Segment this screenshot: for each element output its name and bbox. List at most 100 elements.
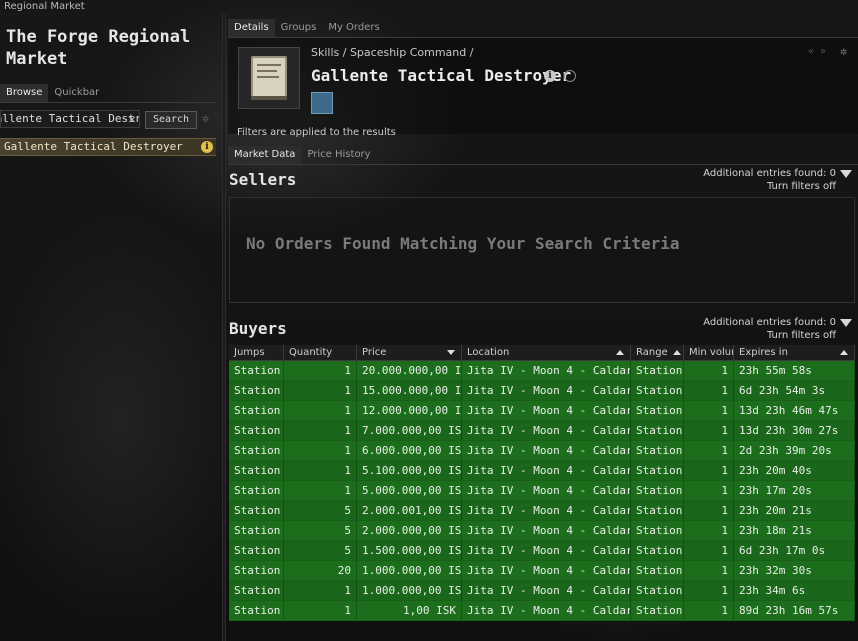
cell-location: Jita IV - Moon 4 - Caldari N [462, 581, 631, 600]
cell-jumps: Station [229, 541, 284, 560]
cell-range: Station [631, 481, 684, 500]
column-header-price[interactable]: Price [357, 345, 462, 360]
cell-price: 6.000.000,00 ISK [357, 441, 462, 460]
sellers-list: No Orders Found Matching Your Search Cri… [229, 197, 855, 303]
cell-location: Jita IV - Moon 4 - Caldari N [462, 441, 631, 460]
table-row[interactable]: Station 1 1.000.000,00 ISK Jita IV - Moon 4… [229, 581, 855, 601]
table-row[interactable]: Station 1 5.000.000,00 ISK Jita IV - Moon 4… [229, 481, 855, 501]
target-icon[interactable] [564, 70, 576, 82]
column-header-label: Price [362, 347, 387, 358]
table-row[interactable]: Station120.000.000,00 ISKJita IV - Moon … [229, 361, 855, 381]
sort-asc-icon [616, 350, 624, 355]
filter-icon[interactable] [840, 319, 852, 327]
table-row[interactable]: Station 1 7.000.000,00 ISK Jita IV - Moon 4… [229, 421, 855, 441]
skill-icon[interactable] [311, 92, 333, 114]
table-row[interactable]: Station 1 6.000.000,00 ISK Jita IV - Moon 4… [229, 441, 855, 461]
cell-jumps: Station [229, 441, 284, 460]
cell-range: Station [631, 381, 684, 400]
cell-jumps: Station [229, 501, 284, 520]
cell-location: Jita IV - Moon 4 - Caldari N [462, 601, 631, 620]
column-header-jumps[interactable]: Jumps [229, 345, 284, 360]
cell-range: Station [631, 421, 684, 440]
cell-expires: 89d 23h 16m 57s [734, 601, 855, 620]
cell-min-volume: 1 [684, 481, 734, 500]
cell-quantity: 1 [284, 401, 357, 420]
cell-min-volume: 1 [684, 561, 734, 580]
buyers-turn-filters-off[interactable]: Turn filters off [703, 329, 836, 342]
gear-icon[interactable]: ✲ [840, 44, 847, 58]
cell-quantity: 20 [284, 561, 357, 580]
cell-min-volume: 1 [684, 441, 734, 460]
cell-min-volume: 1 [684, 461, 734, 480]
tab-market-data[interactable]: Market Data [228, 146, 302, 164]
cell-location: Jita IV - Moon 4 - Caldari N [462, 381, 631, 400]
cell-min-volume: 1 [684, 381, 734, 400]
item-header: Skills / Spaceship Command / Gallente Ta… [228, 38, 858, 134]
result-item[interactable]: Gallente Tactical Destroyer [0, 138, 216, 156]
left-panel: The Forge Regional Market Browse Quickba… [0, 14, 222, 641]
sellers-turn-filters-off[interactable]: Turn filters off [703, 180, 836, 193]
cell-expires: 13d 23h 46m 47s [734, 401, 855, 420]
cell-quantity: 1 [284, 581, 357, 600]
tab-details[interactable]: Details [228, 19, 275, 37]
cell-price: 20.000.000,00 ISK [357, 361, 462, 380]
column-header-quantity[interactable]: Quantity [284, 345, 357, 360]
cell-location: Jita IV - Moon 4 - Caldari N [462, 521, 631, 540]
cell-jumps: Station [229, 601, 284, 620]
cell-price: 7.000.000,00 ISK [357, 421, 462, 440]
cell-range: Station [631, 401, 684, 420]
cell-price: 12.000.000,00 ISK [357, 401, 462, 420]
column-header-min-volume[interactable]: Min volume [684, 345, 734, 360]
window-title: Regional Market [4, 1, 85, 12]
cell-expires: 23h 18m 21s [734, 521, 855, 540]
tab-browse[interactable]: Browse [0, 84, 49, 102]
column-header-location[interactable]: Location [462, 345, 631, 360]
cell-location: Jita IV - Moon 4 - Caldari N [462, 501, 631, 520]
buyers-additional-entries: Additional entries found: 0 [703, 317, 836, 328]
breadcrumb: Skills / Spaceship Command / [311, 46, 474, 59]
search-input[interactable]: Gallente Tactical Destroyer [0, 110, 140, 128]
info-icon[interactable]: i [544, 70, 556, 82]
cell-expires: 13d 23h 30m 27s [734, 421, 855, 440]
cell-range: Station [631, 521, 684, 540]
table-row[interactable]: Station112.000.000,00 ISKJita IV - Moon … [229, 401, 855, 421]
panel-divider[interactable] [222, 14, 226, 641]
table-row[interactable]: Station 5 2.000.001,00 ISK Jita IV - Moon 4… [229, 501, 855, 521]
cell-min-volume: 1 [684, 601, 734, 620]
table-row[interactable]: Station115.000.000,00 ISKJita IV - Moon … [229, 381, 855, 401]
tab-my-orders[interactable]: My Orders [322, 19, 385, 37]
skillbook-image[interactable] [238, 47, 300, 109]
tab-price-history[interactable]: Price History [301, 146, 376, 164]
cell-range: Station [631, 361, 684, 380]
column-header-expires[interactable]: Expires in [734, 345, 855, 360]
tab-quickbar[interactable]: Quickbar [48, 84, 105, 102]
info-icon[interactable]: i [201, 141, 213, 153]
cell-range: Station [631, 581, 684, 600]
table-row[interactable]: Station 5 1.500.000,00 ISK Jita IV - Moon 4… [229, 541, 855, 561]
search-button[interactable]: Search [145, 111, 197, 129]
cell-min-volume: 1 [684, 581, 734, 600]
buyers-filter-info: Additional entries found: 0 Turn filters… [703, 316, 836, 342]
sellers-filter-info: Additional entries found: 0 Turn filters… [703, 167, 836, 193]
tabs-divider [0, 102, 216, 103]
cell-min-volume: 1 [684, 421, 734, 440]
cell-price: 5.000.000,00 ISK [357, 481, 462, 500]
history-arrows[interactable]: « » [808, 46, 826, 57]
table-row[interactable]: Station 20 1.000.000,00 ISK Jita IV - Moon … [229, 561, 855, 581]
gear-icon[interactable]: ✲ [202, 112, 214, 124]
cell-jumps: Station [229, 561, 284, 580]
cell-price: 2.000.000,00 ISK [357, 521, 462, 540]
cell-location: Jita IV - Moon 4 - Caldari N [462, 561, 631, 580]
cell-jumps: Station [229, 481, 284, 500]
cell-jumps: Station [229, 421, 284, 440]
table-row[interactable]: Station 1 1,00 ISK Jita IV - Moon 4 - Calda… [229, 601, 855, 621]
table-row[interactable]: Station 5 2.000.000,00 ISK Jita IV - Moon 4… [229, 521, 855, 541]
tab-groups[interactable]: Groups [275, 19, 323, 37]
sort-asc-icon [840, 350, 848, 355]
close-icon[interactable]: ✕ [126, 112, 138, 126]
column-header-range[interactable]: Range [631, 345, 684, 360]
cell-quantity: 1 [284, 361, 357, 380]
filter-icon[interactable] [840, 170, 852, 178]
table-row[interactable]: Station 1 5.100.000,00 ISK Jita IV - Moon 4… [229, 461, 855, 481]
cell-quantity: 1 [284, 481, 357, 500]
